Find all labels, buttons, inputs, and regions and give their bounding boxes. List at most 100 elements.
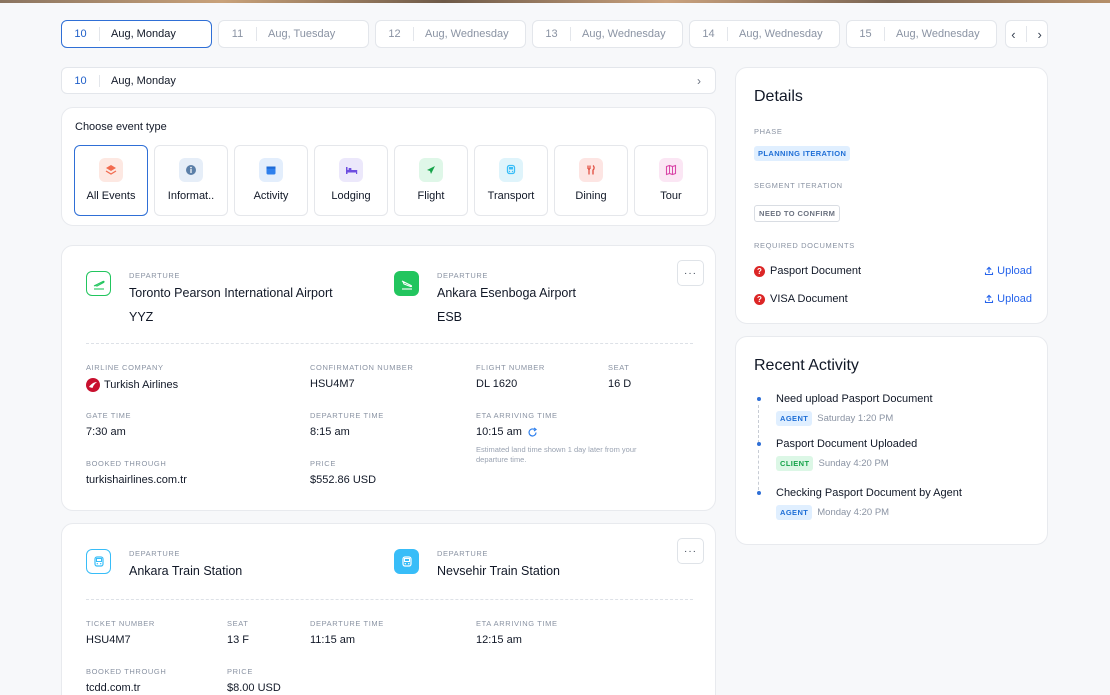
event-type-all[interactable]: All Events [74,145,148,216]
layers-icon [99,158,123,182]
more-options-button[interactable]: ··· [677,538,704,564]
event-type-label: Informat.. [167,190,215,202]
activity-timeline: Need upload Pasport Document AGENT Satur… [754,392,1034,532]
date-selector: 10 Aug, Monday 11 Aug, Tuesday 12 Aug, W… [61,20,997,48]
fork-knife-icon [579,158,603,182]
date-label: Aug, Tuesday [268,28,336,40]
event-type-lodging[interactable]: Lodging [314,145,388,216]
arrival-caption: DEPARTURE [437,549,488,558]
departure-airport: Toronto Pearson International Airport [129,286,333,300]
field-value: HSU4M7 [310,378,355,390]
field-value: 13 F [227,634,250,646]
upload-button[interactable]: Upload [984,293,1032,305]
field-value: $8.00 USD [227,682,281,694]
field-caption: GATE TIME [86,411,132,420]
date-pill[interactable]: 11 Aug, Tuesday [218,20,369,48]
flight-arrival: DEPARTURE Ankara Esenboga Airport ESB [394,271,576,324]
activity-time: Sunday 4:20 PM [818,458,889,469]
event-type-transport[interactable]: Transport [474,145,548,216]
document-name: VISA Document [770,293,848,305]
timeline-dot [757,491,761,495]
event-type-list: All Events Informat.. Activity Lodging F… [74,145,708,216]
flight-card: DEPARTURE Toronto Pearson International … [61,245,716,511]
divider [1026,26,1027,42]
event-type-activity[interactable]: Activity [234,145,308,216]
event-type-tour[interactable]: Tour [634,145,708,216]
timeline-dot [757,442,761,446]
event-type-flight[interactable]: Flight [394,145,468,216]
date-number: 11 [219,27,257,41]
selected-day-row[interactable]: 10 Aug, Monday › [61,67,716,94]
field-value: 11:15 am [310,634,356,646]
role-badge: AGENT [776,411,813,426]
field-value: 12:15 am [476,634,522,646]
details-title: Details [754,88,803,105]
event-type-label: Flight [417,190,445,202]
timeline-line [758,450,759,490]
airline-logo-icon [86,378,100,392]
field-value: HSU4M7 [86,634,131,646]
plane-icon [419,158,443,182]
field-caption: ETA ARRIVING TIME [476,411,558,420]
date-label: Aug, Wednesday [896,28,980,40]
departure-caption: DEPARTURE [129,549,180,558]
event-type-information[interactable]: Informat.. [154,145,228,216]
activity-time: Saturday 1:20 PM [817,413,894,424]
arrival-station: Nevsehir Train Station [437,564,560,578]
more-options-button[interactable]: ··· [677,260,704,286]
field-caption: BOOKED THROUGH [86,667,167,676]
chevron-left-icon[interactable]: ‹ [1011,27,1015,42]
phase-caption: PHASE [754,127,783,136]
date-pill[interactable]: 12 Aug, Wednesday [375,20,526,48]
date-pill[interactable]: 14 Aug, Wednesday [689,20,840,48]
date-number: 14 [690,27,728,41]
activity-item: Pasport Document Uploaded CLIENT Sunday … [776,438,1036,471]
calendar-icon [259,158,283,182]
event-type-dining[interactable]: Dining [554,145,628,216]
arrival-airport: Ankara Esenboga Airport [437,286,576,300]
date-number: 13 [533,27,571,41]
date-number: 10 [62,27,100,41]
bed-icon [339,158,363,182]
date-pill[interactable]: 13 Aug, Wednesday [532,20,683,48]
upload-button[interactable]: Upload [984,265,1032,277]
role-badge: AGENT [776,505,813,520]
chevron-right-icon: › [697,73,701,88]
date-pill[interactable]: 15 Aug, Wednesday [846,20,997,48]
departure-caption: DEPARTURE [129,271,180,280]
map-icon [659,158,683,182]
date-label: Aug, Wednesday [739,28,823,40]
activity-text: Checking Pasport Document by Agent [776,487,962,499]
booked-through-field: BOOKED THROUGH turkishairlines.com.tr [86,459,187,486]
departure-time-field: DEPARTURE TIME 11:15 am [310,619,384,646]
date-pill[interactable]: 10 Aug, Monday [61,20,212,48]
field-value: tcdd.com.tr [86,682,141,694]
details-panel: Details PHASE PLANNING ITERATION SEGMENT… [735,67,1048,324]
date-label: Aug, Wednesday [582,28,666,40]
date-label: Aug, Wednesday [425,28,509,40]
date-number: 12 [376,27,414,41]
document-row: ? Pasport Document Upload [754,265,1032,277]
field-value: turkishairlines.com.tr [86,474,187,486]
field-caption: TICKET NUMBER [86,619,155,628]
field-caption: SEAT [227,619,249,628]
refresh-icon[interactable] [527,427,538,438]
train-icon [86,549,111,574]
event-type-label: Tour [660,190,682,202]
field-caption: CONFIRMATION NUMBER [310,363,414,372]
seat-field: SEAT 13 F [227,619,249,646]
eta-note: Estimated land time shown 1 day later fr… [476,445,637,464]
train-icon [394,549,419,574]
field-caption: DEPARTURE TIME [310,619,384,628]
field-caption: PRICE [310,459,336,468]
field-caption: DEPARTURE TIME [310,411,384,420]
upload-label: Upload [997,265,1032,277]
document-row: ? VISA Document Upload [754,293,1032,305]
chevron-right-icon[interactable]: › [1037,27,1041,42]
airline-field: AIRLINE COMPANY Turkish Airlines [86,363,178,392]
event-type-title: Choose event type [75,121,167,133]
arrival-caption: DEPARTURE [437,271,488,280]
field-value: DL 1620 [476,378,518,390]
timeline-line [758,405,759,443]
segment-badge: NEED TO CONFIRM [754,205,841,222]
